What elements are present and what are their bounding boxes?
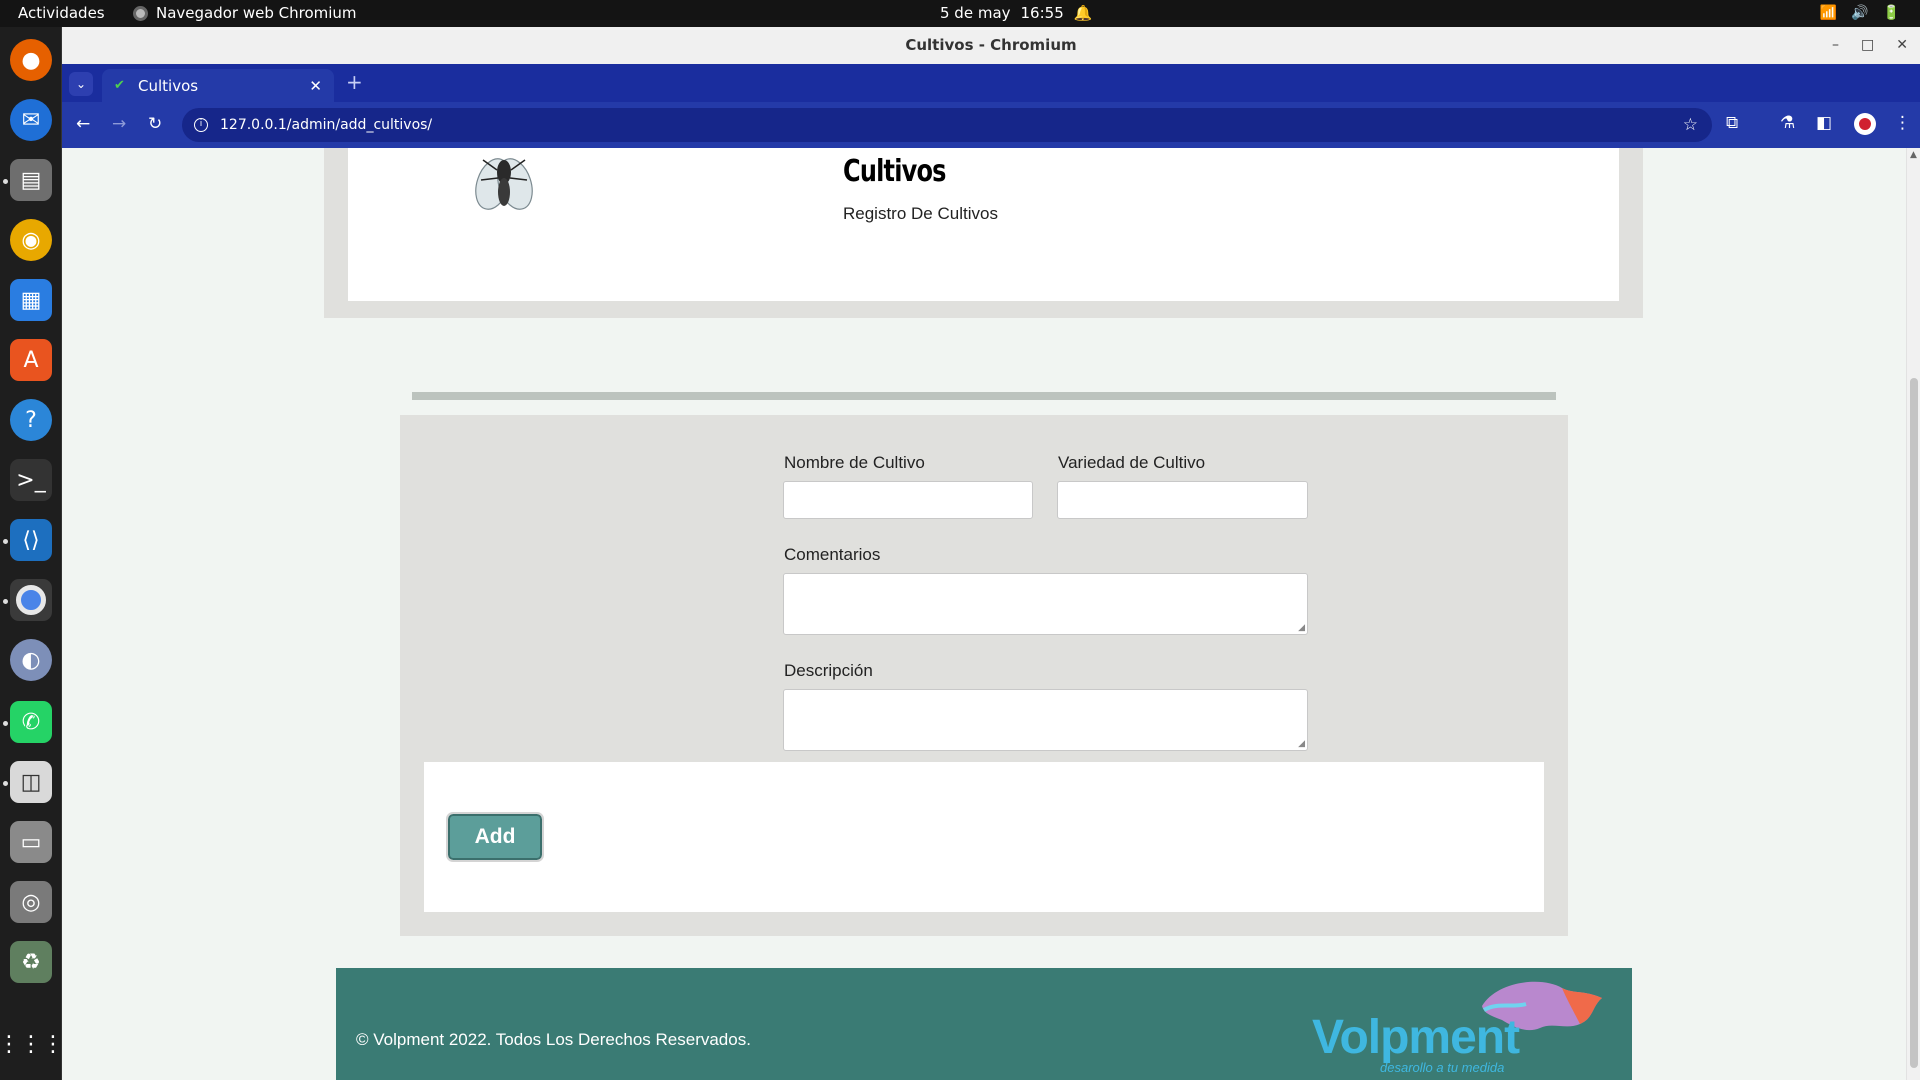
drive-icon[interactable]: ▭	[10, 821, 52, 863]
help-icon[interactable]: ?	[10, 399, 52, 441]
scroll-up-icon[interactable]: ▲	[1910, 150, 1917, 160]
section-divider	[412, 392, 1556, 400]
tab-search-icon[interactable]: ⌄	[69, 72, 93, 96]
minimize-icon[interactable]: –	[1832, 27, 1839, 64]
page-viewport: Cultivos Registro De Cultivos Nombre de …	[62, 148, 1920, 1080]
running-indicator	[3, 599, 8, 604]
tab-strip: ⌄ ✔ Cultivos ✕ +	[62, 64, 1920, 102]
tab-close-icon[interactable]: ✕	[309, 77, 322, 95]
add-button[interactable]: Add	[446, 812, 544, 862]
app-center-icon[interactable]: A	[10, 339, 52, 381]
eagle-icon[interactable]: ◐	[10, 639, 52, 681]
leaf-icon: ✔	[114, 77, 125, 93]
running-indicator	[3, 781, 8, 786]
screenshot-icon[interactable]: ◫	[10, 761, 52, 803]
scrollbar-thumb[interactable]	[1910, 378, 1918, 1068]
form-card: Nombre de Cultivo Variedad de Cultivo Co…	[400, 415, 1568, 936]
system-tray[interactable]: 📶 🔊 🔋	[1820, 5, 1900, 21]
terminal-icon[interactable]: >_	[10, 459, 52, 501]
extensions-icon[interactable]: ⧉	[1726, 113, 1738, 133]
window-controls: – □ ✕	[1832, 27, 1908, 64]
running-indicator	[3, 179, 8, 184]
maximize-icon[interactable]: □	[1861, 27, 1874, 64]
menu-icon[interactable]: ⋮	[1894, 113, 1911, 133]
trash-icon[interactable]: ♻	[10, 941, 52, 983]
back-icon[interactable]: ←	[76, 114, 90, 134]
firefox-icon[interactable]: ●	[10, 39, 52, 81]
writer-icon[interactable]: ▦	[10, 279, 52, 321]
address-bar-url: 127.0.0.1/admin/add_cultivos/	[220, 117, 433, 133]
thunderbird-icon[interactable]: ✉	[10, 99, 52, 141]
profile-avatar[interactable]	[1854, 113, 1876, 135]
comentarios-label: Comentarios	[784, 545, 881, 564]
forward-icon[interactable]: →	[112, 114, 126, 134]
browser-toolbar: ← → ↻ i 127.0.0.1/admin/add_cultivos/ ☆ …	[62, 102, 1920, 148]
bell-icon: 🔔	[1073, 4, 1093, 22]
header-card: Cultivos Registro De Cultivos	[324, 148, 1643, 318]
page-subtitle: Registro De Cultivos	[843, 204, 998, 223]
fly-logo-icon	[475, 158, 533, 210]
dock: ● ✉ ▤ ◉ ▦ A ? >_ ⟨⟩ ◐ ✆ ◫ ▭ ◎ ♻ ⋮⋮⋮	[0, 27, 64, 1080]
side-panel-icon[interactable]: ◧	[1816, 113, 1832, 133]
window-title: Cultivos - Chromium	[905, 36, 1077, 54]
window-titlebar: Cultivos - Chromium – □ ✕	[62, 27, 1920, 64]
running-indicator	[3, 721, 8, 726]
wifi-icon: 📶	[1819, 5, 1838, 21]
app-grid-icon[interactable]: ⋮⋮⋮	[0, 1023, 64, 1065]
bookmark-star-icon[interactable]: ☆	[1683, 115, 1698, 135]
close-icon[interactable]: ✕	[1896, 27, 1908, 64]
brand-name: Volpment	[1312, 1011, 1520, 1064]
vscode-icon[interactable]: ⟨⟩	[10, 519, 52, 561]
new-tab-icon[interactable]: +	[346, 70, 363, 94]
header-panel: Cultivos Registro De Cultivos	[348, 148, 1619, 301]
rhythmbox-icon[interactable]: ◉	[10, 219, 52, 261]
tab-title: Cultivos	[138, 76, 199, 95]
reload-icon[interactable]: ↻	[148, 114, 162, 134]
tab-cultivos[interactable]: ✔ Cultivos ✕	[102, 69, 334, 102]
browser-window: Cultivos - Chromium – □ ✕ ⌄ ✔ Cultivos ✕…	[62, 27, 1920, 1080]
chromium-icon	[133, 5, 148, 21]
system-top-bar: Actividades Navegador web Chromium 5 de …	[0, 0, 1920, 27]
nombre-input[interactable]	[783, 481, 1033, 519]
nombre-label: Nombre de Cultivo	[784, 453, 925, 472]
comentarios-textarea[interactable]: ◢	[783, 573, 1308, 635]
copyright-text: © Volpment 2022. Todos Los Derechos Rese…	[356, 1030, 751, 1049]
page-scrollbar[interactable]: ▲	[1906, 148, 1920, 1080]
clock-date: 5 de may	[940, 4, 1011, 22]
battery-icon: 🔋	[1882, 5, 1900, 21]
whatsapp-icon[interactable]: ✆	[10, 701, 52, 743]
clock[interactable]: 5 de may 16:55 🔔	[940, 4, 1092, 22]
variedad-input[interactable]	[1057, 481, 1308, 519]
activities-button[interactable]: Actividades	[18, 4, 105, 22]
descripcion-textarea[interactable]: ◢	[783, 689, 1308, 751]
variedad-label: Variedad de Cultivo	[1058, 453, 1206, 472]
volume-icon: 🔊	[1851, 5, 1869, 21]
brand-tagline: desarollo a tu medida	[1380, 1060, 1505, 1075]
app-menu[interactable]: Navegador web Chromium	[133, 4, 357, 22]
running-indicator	[3, 539, 8, 544]
site-info-icon[interactable]: i	[194, 118, 208, 132]
submit-row: Add	[424, 762, 1544, 912]
clock-time: 16:55	[1020, 4, 1064, 22]
resize-grip-icon[interactable]: ◢	[1298, 623, 1305, 633]
labs-icon[interactable]: ⚗	[1780, 113, 1795, 133]
files-icon[interactable]: ▤	[10, 159, 52, 201]
disc-icon[interactable]: ◎	[10, 881, 52, 923]
page-title: Cultivos	[843, 154, 946, 189]
descripcion-label: Descripción	[784, 661, 873, 680]
address-bar[interactable]: i 127.0.0.1/admin/add_cultivos/ ☆	[182, 108, 1712, 142]
chromium-icon[interactable]	[10, 579, 52, 621]
footer: © Volpment 2022. Todos Los Derechos Rese…	[336, 968, 1632, 1080]
resize-grip-icon[interactable]: ◢	[1298, 739, 1305, 749]
app-menu-label: Navegador web Chromium	[156, 4, 357, 22]
